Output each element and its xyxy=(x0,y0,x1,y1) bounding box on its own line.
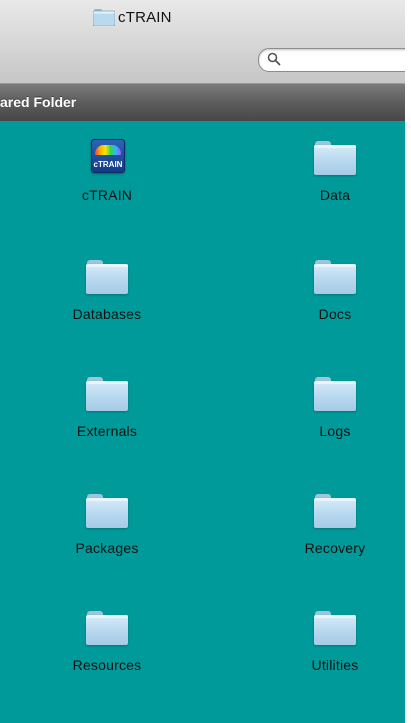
item-data[interactable]: Data xyxy=(260,139,405,203)
search-input[interactable] xyxy=(285,51,405,69)
window-title: cTRAIN xyxy=(118,8,172,26)
item-label: Databases xyxy=(72,306,142,322)
item-label: Utilities xyxy=(311,657,359,673)
folder-icon xyxy=(86,260,128,294)
item-label: cTRAIN xyxy=(81,187,133,203)
item-packages[interactable]: Packages xyxy=(32,492,182,556)
item-externals[interactable]: Externals xyxy=(32,375,182,439)
folder-icon xyxy=(86,494,128,528)
item-label: Externals xyxy=(76,423,138,439)
finder-window: cTRAIN ared Folder cTRAIN cTRAIN Data Da… xyxy=(0,0,405,723)
item-label: Packages xyxy=(75,540,139,556)
item-databases[interactable]: Databases xyxy=(32,258,182,322)
item-docs[interactable]: Docs xyxy=(260,258,405,322)
search-field[interactable] xyxy=(258,48,405,72)
folder-icon xyxy=(314,494,356,528)
folder-icon xyxy=(314,377,356,411)
window-title-area: cTRAIN xyxy=(92,6,172,28)
item-label: Recovery xyxy=(304,540,366,556)
folder-icon xyxy=(86,611,128,645)
folder-content-area: cTRAIN cTRAIN Data Databases Docs Extern… xyxy=(0,121,405,723)
item-recovery[interactable]: Recovery xyxy=(260,492,405,556)
window-toolbar: cTRAIN xyxy=(0,0,405,83)
magnifier-icon xyxy=(267,52,281,66)
ctrain-app-icon: cTRAIN xyxy=(91,139,125,173)
folder-icon xyxy=(314,141,356,175)
folder-icon xyxy=(86,377,128,411)
item-logs[interactable]: Logs xyxy=(260,375,405,439)
item-label: Logs xyxy=(319,423,351,439)
item-resources[interactable]: Resources xyxy=(32,609,182,673)
folder-icon xyxy=(92,8,116,26)
item-label: Data xyxy=(319,187,351,203)
item-utilities[interactable]: Utilities xyxy=(260,609,405,673)
item-label: Docs xyxy=(318,306,352,322)
item-label: Resources xyxy=(72,657,142,673)
folder-icon xyxy=(314,260,356,294)
path-bar: ared Folder xyxy=(0,83,405,122)
item-ctrain[interactable]: cTRAIN cTRAIN xyxy=(32,139,182,203)
folder-icon xyxy=(314,611,356,645)
path-bar-label: ared Folder xyxy=(0,94,77,110)
